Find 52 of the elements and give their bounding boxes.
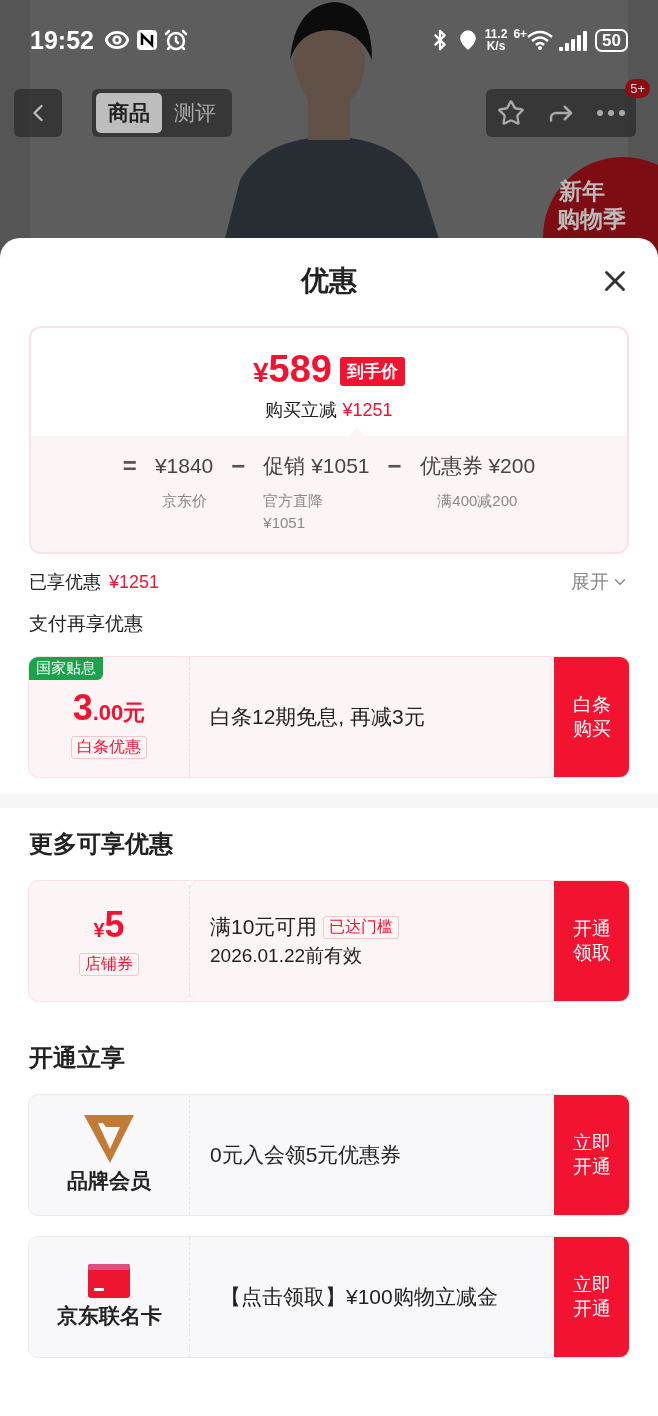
price-component: 促销 ¥1051 — [263, 453, 370, 479]
tab[interactable]: 测评 — [162, 93, 228, 133]
alarm-icon — [163, 28, 188, 52]
operator: − — [387, 451, 402, 481]
sheet-title: 优惠 — [301, 264, 357, 298]
coupon-type-tag: 白条优惠 — [71, 736, 147, 759]
price-component: ¥1840 — [154, 453, 214, 479]
status-time: 19:52 — [30, 25, 94, 55]
battery-indicator: 50 — [595, 28, 628, 52]
price-component: 优惠券 ¥200 — [419, 453, 536, 479]
more-icon — [596, 109, 626, 117]
price-note: 满400减200 — [437, 491, 518, 511]
threshold-tag: 已达门槛 — [323, 915, 400, 939]
signal-icon — [559, 29, 590, 51]
network-speed: 11.2 — [484, 28, 508, 40]
price-note: 官方直降¥1051 — [263, 491, 325, 533]
section-title: 更多可享优惠 — [28, 829, 174, 859]
operator: − — [231, 451, 246, 481]
saving-label: 购买立减 — [265, 400, 339, 420]
coupon-action-button[interactable]: 白条购买 — [554, 657, 629, 777]
coupon-description: 0元入会领5元优惠券 — [210, 1142, 402, 1168]
enjoyed-label: 已享优惠 — [29, 571, 101, 594]
enjoyed-amount: ¥1251 — [109, 571, 160, 593]
final-price-tag: 到手价 — [340, 356, 405, 386]
coupon-action-button[interactable]: 开通领取 — [554, 881, 629, 1001]
coupon-amount: ¥5 — [93, 906, 125, 947]
speed-unit: K/s — [486, 40, 506, 52]
coupon-action-button[interactable]: 立即开通 — [554, 1237, 629, 1357]
expand-toggle[interactable]: 展开 — [571, 569, 629, 595]
back-button[interactable] — [14, 89, 62, 137]
coupon-type-tag: 店铺券 — [79, 953, 139, 976]
coupon-amount: 3.00元 — [72, 689, 146, 730]
final-price: ¥589 — [253, 348, 332, 392]
wifi-icon — [527, 30, 554, 50]
star-icon — [497, 99, 525, 127]
coupon-validity: 2026.01.22前有效 — [210, 944, 364, 968]
operator: = — [122, 451, 137, 481]
section-title: 支付再享优惠 — [28, 612, 144, 636]
coupon-title: 京东联名卡 — [56, 1303, 162, 1329]
price-note: 京东价 — [161, 491, 207, 511]
coupon-action-button[interactable]: 立即开通 — [554, 1095, 629, 1215]
coupon-description: 白条12期免息, 再减3元 — [210, 704, 425, 730]
v-logo-icon — [84, 1115, 134, 1163]
coupon-description: 满10元可用 — [210, 914, 318, 940]
coupon-title: 品牌会员 — [67, 1168, 151, 1194]
credit-card-icon — [88, 1264, 130, 1298]
saving-amount: ¥1251 — [342, 400, 393, 420]
tab[interactable]: 商品 — [96, 93, 162, 133]
network-type: 6+ — [513, 27, 528, 41]
section-title: 开通立享 — [28, 1043, 126, 1073]
subsidy-tag: 国家贴息 — [29, 657, 103, 680]
coupon-description: 【点击领取】¥100购物立减金 — [220, 1284, 498, 1310]
